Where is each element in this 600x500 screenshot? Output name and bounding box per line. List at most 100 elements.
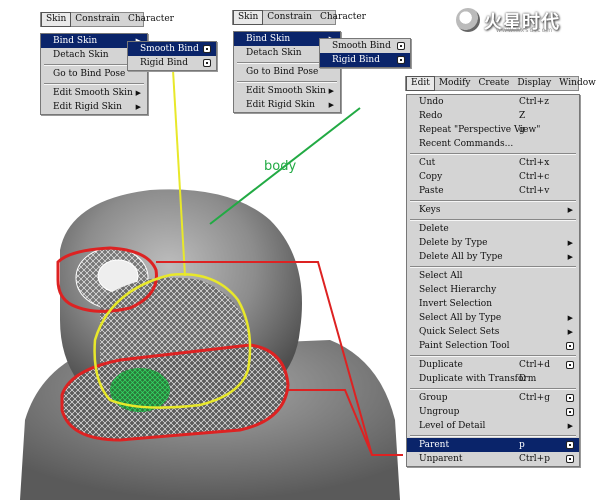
menubar-character[interactable]: Character (124, 13, 178, 26)
menu-item-keys[interactable]: Keys ▶ (407, 203, 579, 217)
menu-item-ungroup[interactable]: Ungroup (407, 405, 579, 419)
menu-item-label: Redo (419, 111, 443, 121)
menubar-constrain[interactable]: Constrain (263, 11, 316, 24)
menu-item-label: Smooth Bind (332, 41, 391, 51)
menu-item-label: Go to Bind Pose (246, 67, 319, 77)
menu-item-shortcut: Z (519, 111, 526, 121)
option-box-icon[interactable] (566, 361, 574, 369)
submenu-arrow-icon: ▶ (567, 328, 573, 336)
submenu-arrow-icon: ▶ (135, 89, 141, 97)
menu-item-label: Select All (419, 271, 463, 281)
menu-item-recent-commands[interactable]: Recent Commands... (407, 137, 579, 151)
menu-item-label: Level of Detail (419, 421, 486, 431)
menu-item-select-all-by-type[interactable]: Select All by Type ▶ (407, 311, 579, 325)
menu-item-label: Edit Smooth Skin (53, 88, 133, 98)
menubar-window[interactable]: Window (555, 77, 600, 90)
menu-item-rigid-bind[interactable]: Rigid Bind (128, 56, 216, 70)
menu-item-shortcut: Ctrl+g (519, 393, 550, 403)
menu-item-delete[interactable]: Delete (407, 222, 579, 236)
menu-item-shortcut: Ctrl+z (519, 97, 549, 107)
menu-item-undo[interactable]: Undo Ctrl+z (407, 95, 579, 109)
menu-item-label: Rigid Bind (332, 55, 380, 65)
logo-url: www.hxsd.com (496, 27, 554, 34)
menu-item-edit-smooth-skin[interactable]: Edit Smooth Skin ▶ (234, 84, 340, 98)
menu-item-select-hierarchy[interactable]: Select Hierarchy (407, 283, 579, 297)
menubar-skin[interactable]: Skin (41, 12, 72, 27)
menu-item-label: Edit Rigid Skin (53, 102, 122, 112)
menu-item-edit-smooth-skin[interactable]: Edit Smooth Skin ▶ (41, 86, 147, 100)
menu-item-label: Paste (419, 186, 444, 196)
logo-icon (456, 8, 480, 32)
menu-item-label: Paint Selection Tool (419, 341, 510, 351)
submenu-arrow-icon: ▶ (567, 253, 573, 261)
menu-item-duplicate[interactable]: Duplicate Ctrl+d (407, 358, 579, 372)
menu-item-label: Detach Skin (246, 48, 302, 58)
menu-item-edit-rigid-skin[interactable]: Edit Rigid Skin ▶ (41, 100, 147, 114)
menu-item-shortcut: Ctrl+p (519, 454, 550, 464)
menu-item-redo[interactable]: Redo Z (407, 109, 579, 123)
menu-item-label: Group (419, 393, 448, 403)
menu-item-label: Delete (419, 224, 449, 234)
skin-menubar-1: Skin Constrain Character (40, 12, 174, 27)
menu-item-label: Unparent (419, 454, 463, 464)
submenu-arrow-icon: ▶ (567, 239, 573, 247)
menu-item-edit-rigid-skin[interactable]: Edit Rigid Skin ▶ (234, 98, 340, 112)
menu-item-label: Bind Skin (246, 34, 291, 44)
menu-item-copy[interactable]: Copy Ctrl+c (407, 170, 579, 184)
menu-item-label: Ungroup (419, 407, 460, 417)
menu-item-smooth-bind[interactable]: Smooth Bind (320, 39, 410, 53)
menu-item-rigid-bind[interactable]: Rigid Bind (320, 53, 410, 67)
menu-item-invert-selection[interactable]: Invert Selection (407, 297, 579, 311)
menubar-skin[interactable]: Skin (233, 10, 264, 25)
menu-item-group[interactable]: Group Ctrl+g (407, 391, 579, 405)
menu-item-label: Edit Smooth Skin (246, 86, 326, 96)
menubar-edit[interactable]: Edit (406, 76, 435, 91)
menu-item-level-of-detail[interactable]: Level of Detail ▶ (407, 419, 579, 433)
menubar-modify[interactable]: Modify (435, 77, 475, 90)
menu-item-label: Select Hierarchy (419, 285, 497, 295)
menubar-character[interactable]: Character (316, 11, 370, 24)
menu-item-label: Parent (419, 440, 450, 450)
menu-item-repeat-perspective-view[interactable]: Repeat "Perspective View" g (407, 123, 579, 137)
option-box-icon[interactable] (397, 42, 405, 50)
submenu-arrow-icon: ▶ (567, 206, 573, 214)
menu-item-paste[interactable]: Paste Ctrl+v (407, 184, 579, 198)
menubar-constrain[interactable]: Constrain (71, 13, 124, 26)
menubar-create[interactable]: Create (475, 77, 514, 90)
option-box-icon[interactable] (566, 342, 574, 350)
menu-item-delete-by-type[interactable]: Delete by Type ▶ (407, 236, 579, 250)
menu-item-paint-selection-tool[interactable]: Paint Selection Tool (407, 339, 579, 353)
menu-item-duplicate-with-transform[interactable]: Duplicate with Transform D (407, 372, 579, 386)
menu-item-quick-select-sets[interactable]: Quick Select Sets ▶ (407, 325, 579, 339)
menu-item-parent[interactable]: Parent p (407, 438, 579, 452)
submenu-arrow-icon: ▶ (567, 314, 573, 322)
menu-item-label: Rigid Bind (140, 58, 188, 68)
menu-item-label: Smooth Bind (140, 44, 199, 54)
menu-item-delete-all-by-type[interactable]: Delete All by Type ▶ (407, 250, 579, 264)
menu-item-cut[interactable]: Cut Ctrl+x (407, 156, 579, 170)
menu-item-smooth-bind[interactable]: Smooth Bind (128, 42, 216, 56)
option-box-icon[interactable] (203, 45, 211, 53)
body-annotation-label: body (264, 159, 297, 174)
edit-menubar: Edit Modify Create Display Window (405, 76, 596, 91)
option-box-icon[interactable] (566, 394, 574, 402)
menubar-display[interactable]: Display (513, 77, 555, 90)
submenu-arrow-icon: ▶ (328, 101, 334, 109)
skin-menubar-2: Skin Constrain Character (232, 10, 366, 25)
option-box-icon[interactable] (203, 59, 211, 67)
menu-item-shortcut: Ctrl+c (519, 172, 550, 182)
option-box-icon[interactable] (566, 455, 574, 463)
menu-item-shortcut: Ctrl+v (519, 186, 550, 196)
menu-item-label: Detach Skin (53, 50, 109, 60)
option-box-icon[interactable] (566, 441, 574, 449)
menu-item-shortcut: D (519, 374, 527, 384)
site-logo: 火星时代 www.hxsd.com (456, 6, 596, 36)
option-box-icon[interactable] (566, 408, 574, 416)
menu-item-unparent[interactable]: Unparent Ctrl+p (407, 452, 579, 466)
menu-item-label: Copy (419, 172, 443, 182)
edit-menu: Undo Ctrl+z Redo Z Repeat "Perspective View"… (406, 94, 580, 467)
menu-item-select-all[interactable]: Select All (407, 269, 579, 283)
menu-item-label: Bind Skin (53, 36, 98, 46)
menu-item-shortcut: Ctrl+x (519, 158, 550, 168)
option-box-icon[interactable] (397, 56, 405, 64)
